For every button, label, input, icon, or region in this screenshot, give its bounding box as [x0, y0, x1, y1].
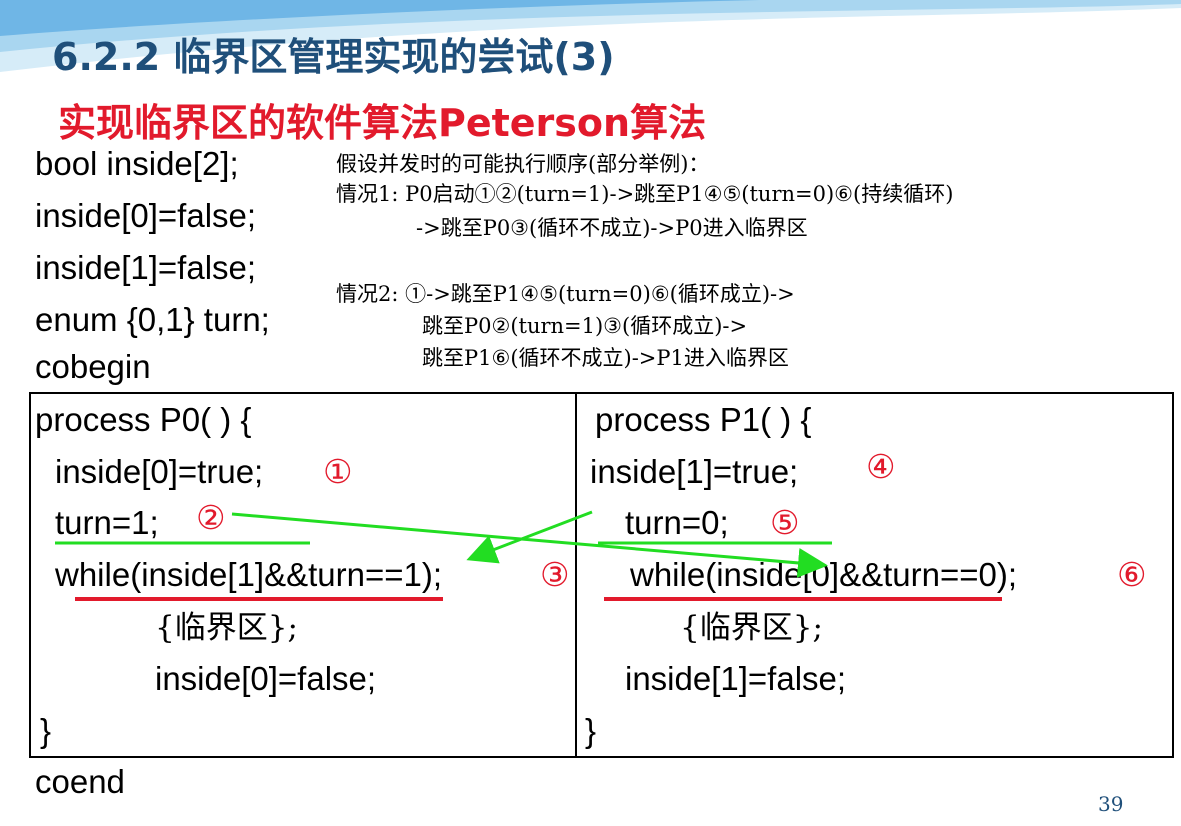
arrow-to-p1 — [231, 512, 828, 578]
coend-line: coend — [35, 763, 125, 800]
page-number: 39 — [1098, 792, 1124, 816]
annotation-overlay — [55, 510, 1002, 601]
